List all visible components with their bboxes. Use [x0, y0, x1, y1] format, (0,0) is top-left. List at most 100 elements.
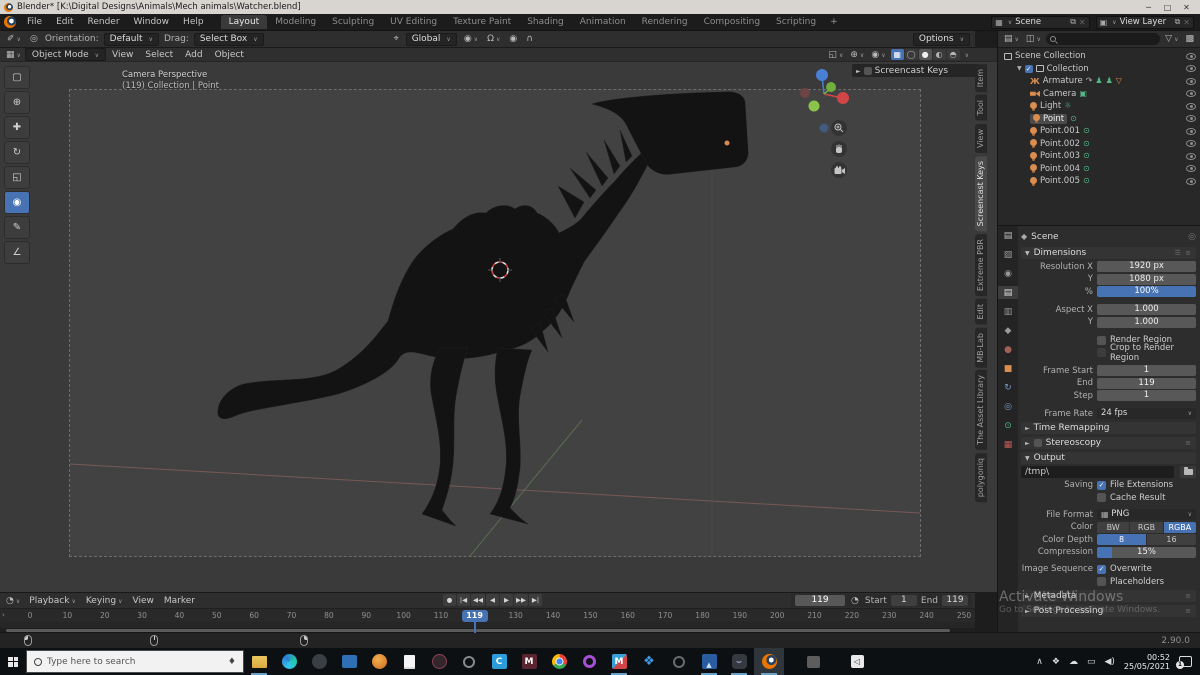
stereoscopy-checkbox[interactable] — [1033, 439, 1042, 447]
workspace-tab-scripting[interactable]: Scripting — [768, 15, 824, 29]
cursor-options-icon[interactable]: ◎ — [28, 34, 40, 44]
depth-16-button[interactable]: 16 — [1147, 534, 1196, 545]
shading-dropdown[interactable] — [963, 50, 969, 60]
hide-in-viewport-toggle[interactable] — [1186, 77, 1196, 85]
dropbox-icon[interactable]: ❖ — [634, 648, 664, 675]
remove-view-layer-icon[interactable]: ✕ — [1183, 18, 1190, 27]
app-dark-icon[interactable] — [304, 648, 334, 675]
app-orange-icon[interactable] — [364, 648, 394, 675]
properties-editor-type[interactable]: ▤ — [998, 229, 1018, 242]
tray-onedrive-icon[interactable]: ☁ — [1069, 657, 1078, 667]
menu-edit[interactable]: Edit — [49, 17, 80, 27]
hide-in-viewport-toggle[interactable] — [1186, 65, 1196, 73]
output-section-header[interactable]: Output — [1021, 452, 1196, 464]
disclosure-icon[interactable]: ▼ — [1017, 65, 1022, 72]
opera-icon[interactable] — [574, 648, 604, 675]
properties-tab-view-layer[interactable]: ▥ — [998, 305, 1018, 318]
close-button[interactable]: ✕ — [1177, 3, 1196, 12]
outliner-row-camera[interactable]: Camera ▣ — [998, 88, 1200, 101]
zoom-icon[interactable] — [831, 120, 847, 136]
timeline-editor-type-icon[interactable]: ◔ — [4, 596, 22, 606]
aspect-x-field[interactable]: 1.000 — [1097, 304, 1196, 315]
viewport-editor-type-icon[interactable]: ▦ — [4, 50, 23, 60]
camera-view-icon[interactable] — [831, 162, 847, 178]
app-dark-red-icon[interactable] — [424, 648, 454, 675]
sidebar-tab-tool[interactable]: Tool — [975, 95, 987, 121]
properties-tab-tool[interactable]: ▨ — [998, 248, 1018, 261]
screencast-keys-checkbox[interactable] — [863, 66, 872, 75]
orientation-dropdown[interactable]: Default — [103, 32, 159, 46]
properties-tab-constraints[interactable]: ◎ — [998, 400, 1018, 413]
app-ring-icon[interactable] — [664, 648, 694, 675]
blender-logo-icon[interactable] — [4, 16, 16, 28]
end-frame-field[interactable]: 119 — [942, 595, 968, 606]
sidebar-tab-item[interactable]: Item — [975, 64, 987, 93]
minimize-button[interactable]: ─ — [1139, 3, 1158, 12]
transform-orientation-dropdown[interactable]: Global — [405, 32, 457, 46]
notepad-icon[interactable] — [394, 648, 424, 675]
snap-magnet-icon[interactable]: Ω — [485, 34, 502, 44]
chrome-icon[interactable] — [544, 648, 574, 675]
hide-in-viewport-toggle[interactable] — [1186, 177, 1196, 185]
tray-dropbox-icon[interactable]: ❖ — [1052, 657, 1060, 667]
play-reverse-button[interactable]: ◀ — [486, 594, 499, 606]
light-data-icon[interactable]: ⊙ — [1083, 139, 1090, 148]
light-data-icon[interactable]: ⊙ — [1083, 152, 1090, 160]
properties-tab-data[interactable]: ⊙ — [998, 419, 1018, 432]
properties-tab-scene[interactable]: ◆ — [998, 324, 1018, 337]
app-blue-c-icon[interactable]: C — [484, 648, 514, 675]
play-button[interactable]: ▶ — [500, 594, 513, 606]
timeline-menu-view[interactable]: View — [127, 596, 158, 606]
properties-tab-object[interactable]: ■ — [998, 362, 1018, 375]
properties-tab-render[interactable]: ◉ — [998, 267, 1018, 280]
app-white-square-icon[interactable]: ◁ — [842, 648, 872, 675]
menu-file[interactable]: File — [20, 17, 49, 27]
new-view-layer-icon[interactable]: ⧉ — [1175, 17, 1181, 27]
menu-view[interactable]: View — [106, 50, 139, 60]
time-remapping-section-header[interactable]: Time Remapping — [1021, 422, 1196, 434]
add-workspace-button[interactable]: + — [824, 17, 844, 27]
workspace-tab-texture-paint[interactable]: Texture Paint — [445, 15, 519, 29]
microphone-icon[interactable]: ♦ — [228, 657, 236, 667]
app-maroon-m-icon[interactable]: M — [514, 648, 544, 675]
options-dropdown[interactable]: Options — [912, 32, 970, 46]
workspace-tab-compositing[interactable]: Compositing — [696, 15, 768, 29]
hide-in-viewport-toggle[interactable] — [1186, 90, 1196, 98]
workspace-tab-layout[interactable]: Layout — [220, 15, 268, 29]
panel-options-icon[interactable]: ☰ ≡ — [1175, 249, 1192, 257]
outliner-row-light[interactable]: Light ☼ — [998, 100, 1200, 113]
sidebar-tab-extreme-pbr[interactable]: Extreme PBR — [975, 234, 987, 297]
menu-select[interactable]: Select — [139, 50, 179, 60]
scene-selector[interactable]: ▦ Scene ⧉ ✕ — [991, 15, 1090, 29]
outliner-row-point-001[interactable]: Point.001 ⊙ — [998, 125, 1200, 138]
cursor-tool[interactable]: ⊕ — [4, 91, 30, 114]
frame-rate-dropdown[interactable]: 24 fps ∨ — [1097, 408, 1196, 419]
outliner-row-point[interactable]: Point ⊙ — [998, 113, 1200, 126]
properties-tab-physics[interactable]: ↻ — [998, 381, 1018, 394]
color-rgba-button[interactable]: RGBA — [1163, 521, 1196, 533]
light-data-icon[interactable]: ⊙ — [1083, 177, 1090, 185]
gizmos-icon[interactable]: ⊕ — [848, 50, 866, 60]
file-explorer-icon[interactable] — [244, 648, 274, 675]
start-button[interactable] — [0, 648, 26, 675]
properties-tab-world[interactable]: ● — [998, 343, 1018, 356]
file-extensions-checkbox[interactable] — [1097, 480, 1106, 490]
action-center-icon[interactable]: 1 — [1176, 656, 1192, 669]
blender-icon[interactable] — [754, 648, 784, 675]
workspace-tab-sculpting[interactable]: Sculpting — [324, 15, 382, 29]
resolution-y-field[interactable]: 1080 px — [1097, 273, 1196, 285]
frame-step-field[interactable]: 1 — [1097, 390, 1196, 401]
placeholders-checkbox[interactable] — [1097, 577, 1106, 586]
properties-tab-output[interactable]: ▤ — [998, 286, 1018, 299]
light-data-icon[interactable]: ⊙ — [1070, 114, 1077, 123]
pose-icon[interactable]: ↷ — [1086, 77, 1093, 85]
sidebar-tab-screencast-keys[interactable]: Screencast Keys — [975, 155, 987, 232]
color-bw-button[interactable]: BW — [1097, 521, 1130, 533]
auto-keying-clock-icon[interactable]: ◔ — [849, 596, 861, 606]
hide-in-viewport-toggle[interactable] — [1186, 152, 1196, 160]
rotate-tool[interactable]: ↻ — [4, 141, 30, 164]
browse-folder-button[interactable] — [1180, 466, 1196, 478]
dimensions-section-header[interactable]: Dimensions ☰ ≡ — [1021, 247, 1196, 259]
light-data-icon[interactable]: ⊙ — [1083, 127, 1090, 135]
rendered-shading[interactable]: ◓ — [946, 49, 960, 60]
